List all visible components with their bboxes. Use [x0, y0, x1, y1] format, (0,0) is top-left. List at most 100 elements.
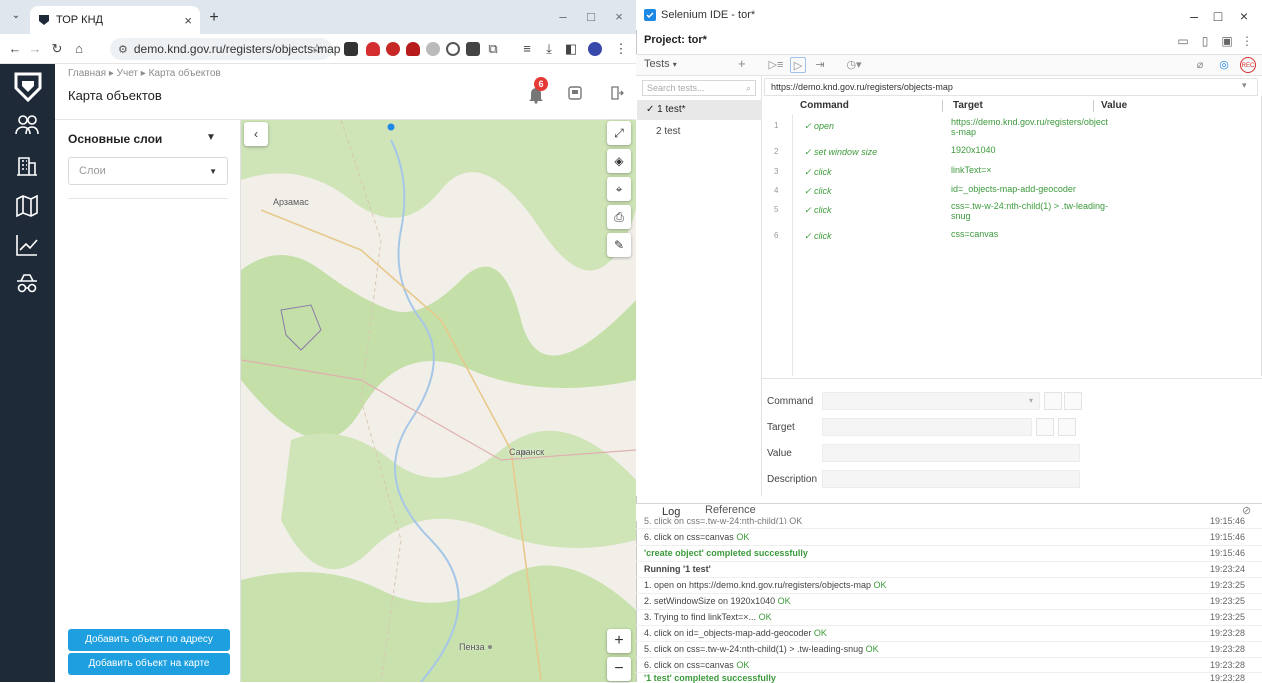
back-icon[interactable]: ←	[6, 40, 24, 58]
print-icon[interactable]: ⎙	[607, 205, 631, 229]
toggle-command-icon[interactable]	[1044, 392, 1062, 410]
maximize-button[interactable]: □	[578, 8, 604, 26]
disable-breakpoints-icon[interactable]: ⌀	[1192, 57, 1208, 73]
shield-outline-icon[interactable]	[446, 42, 460, 56]
divider	[636, 545, 1262, 546]
close-window-button[interactable]: ×	[606, 8, 632, 26]
geolocate-icon[interactable]: ⌖	[607, 177, 631, 201]
minimize-button[interactable]: –	[550, 8, 576, 26]
menu-kebab-icon[interactable]: ⋮	[612, 40, 630, 58]
row-target[interactable]: 1920x1040	[951, 145, 1091, 155]
row-command[interactable]: ✓ click	[804, 186, 832, 197]
shield-extension-icon[interactable]	[366, 42, 380, 56]
circle-extension-icon[interactable]	[426, 42, 440, 56]
building-icon[interactable]	[14, 152, 40, 178]
add-test-button[interactable]: +	[738, 56, 746, 71]
row-target[interactable]: id=_objects-map-add-geocoder	[951, 184, 1091, 194]
step-over-icon[interactable]: ⇥	[812, 57, 828, 73]
ide-maximize-button[interactable]: □	[1206, 6, 1230, 26]
run-all-tests-icon[interactable]: ▷≡	[768, 57, 784, 73]
chevron-down-icon[interactable]: ▼	[206, 132, 216, 143]
project-name[interactable]: Project: tor*	[644, 34, 707, 46]
base-url-input[interactable]: https://demo.knd.gov.ru/registers/object…	[764, 78, 1258, 96]
more-options-icon[interactable]: ⋮	[1240, 34, 1254, 48]
run-current-test-icon[interactable]: ▷	[790, 57, 806, 73]
row-target[interactable]: css=.tw-w-24:nth-child(1) > .tw-leading-…	[951, 201, 1108, 221]
puzzle-extensions-icon[interactable]: ⧉	[484, 40, 502, 58]
find-target-icon[interactable]	[1058, 418, 1076, 436]
zoom-out-button[interactable]: −	[607, 657, 631, 681]
ide-minimize-button[interactable]: –	[1182, 6, 1206, 26]
row-target[interactable]: https://demo.knd.gov.ru/registers/object…	[951, 117, 1108, 137]
row-command[interactable]: ✓ click	[804, 167, 832, 178]
add-object-on-map-button[interactable]: Добавить объект на карте	[68, 653, 230, 675]
analytics-chart-icon[interactable]	[14, 232, 40, 258]
row-target[interactable]: linkText=×	[951, 165, 1091, 175]
collapse-panel-button[interactable]: ‹	[244, 122, 268, 146]
ide-close-button[interactable]: ×	[1232, 6, 1256, 26]
chevron-down-icon[interactable]: ▾	[1242, 80, 1247, 91]
new-tab-button[interactable]: +	[204, 8, 224, 28]
open-reference-icon[interactable]	[1064, 392, 1082, 410]
value-input[interactable]	[822, 444, 1080, 462]
row-command[interactable]: ✓ open	[804, 121, 834, 132]
divider	[636, 577, 1262, 578]
target-select-icon[interactable]	[1036, 418, 1054, 436]
ide-toolbar	[636, 54, 1262, 76]
open-project-icon[interactable]: ▯	[1198, 34, 1212, 48]
save-project-icon[interactable]: ▣	[1220, 34, 1234, 48]
layers-heading[interactable]: Основные слои	[68, 132, 162, 146]
side-panel-icon[interactable]: ◧	[562, 40, 580, 58]
map-canvas[interactable]: Арзамас Саранск Пенза	[241, 120, 636, 682]
profile-card-icon[interactable]	[568, 86, 582, 100]
adblock-extension-icon[interactable]	[386, 42, 400, 56]
row-command[interactable]: ✓ set window size	[804, 147, 877, 158]
search-tests-input[interactable]: Search tests... ⌕	[642, 80, 756, 96]
description-input[interactable]	[822, 470, 1080, 488]
test-item-1[interactable]: ✓ 1 test*	[637, 100, 762, 120]
target-input[interactable]	[822, 418, 1032, 436]
shield-red-icon[interactable]	[406, 42, 420, 56]
logout-icon[interactable]	[610, 86, 624, 100]
forward-icon[interactable]: →	[26, 40, 44, 58]
speed-icon[interactable]: ◷▾	[842, 57, 866, 73]
app-logo-icon[interactable]	[14, 72, 42, 102]
record-icon[interactable]: REC	[1240, 57, 1256, 73]
extension-icon[interactable]	[344, 42, 358, 56]
reading-list-icon[interactable]: ≡	[518, 40, 536, 58]
layers-stack-icon[interactable]: ◈	[607, 149, 631, 173]
selenium-extension-icon[interactable]	[466, 42, 480, 56]
pause-on-exceptions-icon[interactable]: ◎	[1216, 57, 1232, 73]
bookmark-star-icon[interactable]: ☆	[308, 40, 326, 58]
row-command[interactable]: ✓ click	[804, 205, 832, 216]
profile-avatar-icon[interactable]	[588, 42, 602, 56]
row-target[interactable]: css=canvas	[951, 229, 1091, 239]
zoom-in-button[interactable]: +	[607, 629, 631, 653]
tab-close-icon[interactable]: ×	[184, 13, 192, 28]
log-ok: OK	[865, 644, 879, 654]
test-item-2[interactable]: 2 test	[637, 122, 762, 142]
add-object-by-address-button[interactable]: Добавить объект по адресу	[68, 629, 230, 651]
ruler-icon[interactable]: ✎	[607, 233, 631, 257]
address-bar[interactable]: ⚙ demo.knd.gov.ru/registers/objects-map	[110, 38, 340, 60]
tests-dropdown[interactable]: Tests ▾	[644, 58, 677, 70]
fullscreen-icon[interactable]: ⤢	[607, 121, 631, 145]
divider	[636, 593, 1262, 594]
breadcrumb[interactable]: Главная ▸ Учет ▸ Карта объектов	[68, 68, 221, 79]
browser-tab[interactable]: ТОР КНД ×	[30, 6, 200, 34]
inspector-icon[interactable]	[14, 270, 40, 296]
map-icon[interactable]	[14, 193, 40, 219]
home-icon[interactable]: ⌂	[70, 40, 88, 58]
users-icon[interactable]	[14, 112, 40, 138]
tab-search-icon[interactable]: ⌄	[8, 10, 24, 26]
command-select[interactable]: ▾	[822, 392, 1040, 410]
layers-select[interactable]: Слои ▼	[68, 157, 228, 185]
reload-icon[interactable]: ↻	[48, 40, 66, 58]
download-icon[interactable]: ⤓	[540, 40, 558, 58]
divider	[68, 198, 228, 199]
site-info-icon[interactable]: ⚙	[118, 43, 128, 56]
tab-reference[interactable]: Reference	[705, 504, 756, 516]
row-command[interactable]: ✓ click	[804, 231, 832, 242]
new-project-icon[interactable]: ▭	[1176, 34, 1190, 48]
divider	[636, 657, 1262, 658]
